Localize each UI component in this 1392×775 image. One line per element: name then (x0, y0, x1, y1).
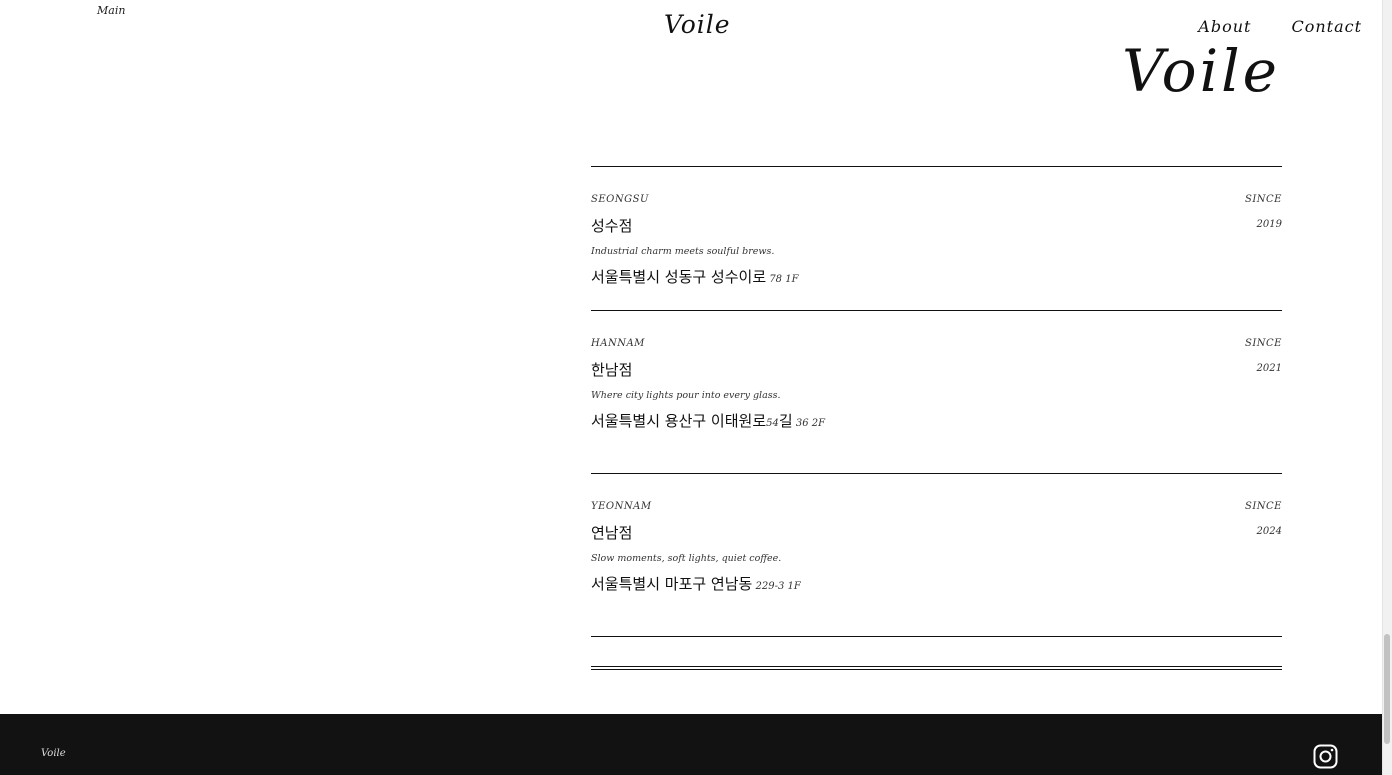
hero-title: Voile (1122, 37, 1280, 105)
page: Main Voile About Contact Voile SEONGSU S… (0, 0, 1392, 775)
store-address-detail: 229-3 1F (752, 581, 801, 592)
store-area: SEONGSU (591, 194, 649, 205)
store-address-main: 서울특별시 성동구 성수이로 (591, 268, 767, 286)
footer-logo[interactable]: Voile (41, 748, 66, 759)
nav-contact[interactable]: Contact (1291, 17, 1362, 36)
store-area: HANNAM (591, 338, 645, 349)
scrollbar-thumb[interactable] (1384, 634, 1390, 744)
store-since-label: SINCE (1244, 501, 1282, 512)
store-year: 2019 (1256, 219, 1282, 230)
store-address: 서울특별시 성동구 성수이로 78 1F (591, 266, 799, 287)
store-name: 연남점 (591, 524, 633, 542)
header-logo[interactable]: Voile (664, 10, 731, 39)
main-nav: About Contact (1198, 17, 1362, 36)
nav-about[interactable]: About (1198, 17, 1251, 36)
store-since-label: SINCE (1244, 194, 1282, 205)
store-hannam: HANNAM SINCE 한남점 2021 Where city lights … (591, 311, 1282, 474)
main-link[interactable]: Main (97, 4, 125, 17)
store-name: 한남점 (591, 361, 633, 379)
store-name: 성수점 (591, 217, 633, 235)
store-tagline: Industrial charm meets soulful brews. (591, 246, 775, 257)
store-seongsu: SEONGSU SINCE 성수점 2019 Industrial charm … (591, 167, 1282, 311)
section-end-divider (591, 666, 1282, 670)
footer: Voile (0, 714, 1382, 775)
store-address: 서울특별시 용산구 이태원로54길 36 2F (591, 410, 825, 431)
store-address-detail: 78 1F (766, 274, 799, 285)
page-scrollbar[interactable] (1382, 0, 1392, 775)
store-yeonnam: YEONNAM SINCE 연남점 2024 Slow moments, sof… (591, 474, 1282, 637)
store-address-detail: 54 (766, 418, 779, 429)
store-address: 서울특별시 마포구 연남동 229-3 1F (591, 573, 801, 594)
store-address-detail-2: 36 2F (792, 418, 826, 429)
instagram-icon[interactable] (1313, 744, 1338, 769)
store-address-suffix: 길 (778, 412, 793, 430)
store-list: SEONGSU SINCE 성수점 2019 Industrial charm … (591, 166, 1282, 637)
store-tagline: Where city lights pour into every glass. (591, 390, 781, 401)
store-tagline: Slow moments, soft lights, quiet coffee. (591, 553, 782, 564)
store-since-label: SINCE (1244, 338, 1282, 349)
store-area: YEONNAM (591, 501, 652, 512)
store-address-main: 서울특별시 마포구 연남동 (591, 575, 753, 593)
store-year: 2024 (1256, 526, 1282, 537)
store-year: 2021 (1256, 363, 1282, 374)
store-address-main: 서울특별시 용산구 이태원로 (591, 412, 767, 430)
